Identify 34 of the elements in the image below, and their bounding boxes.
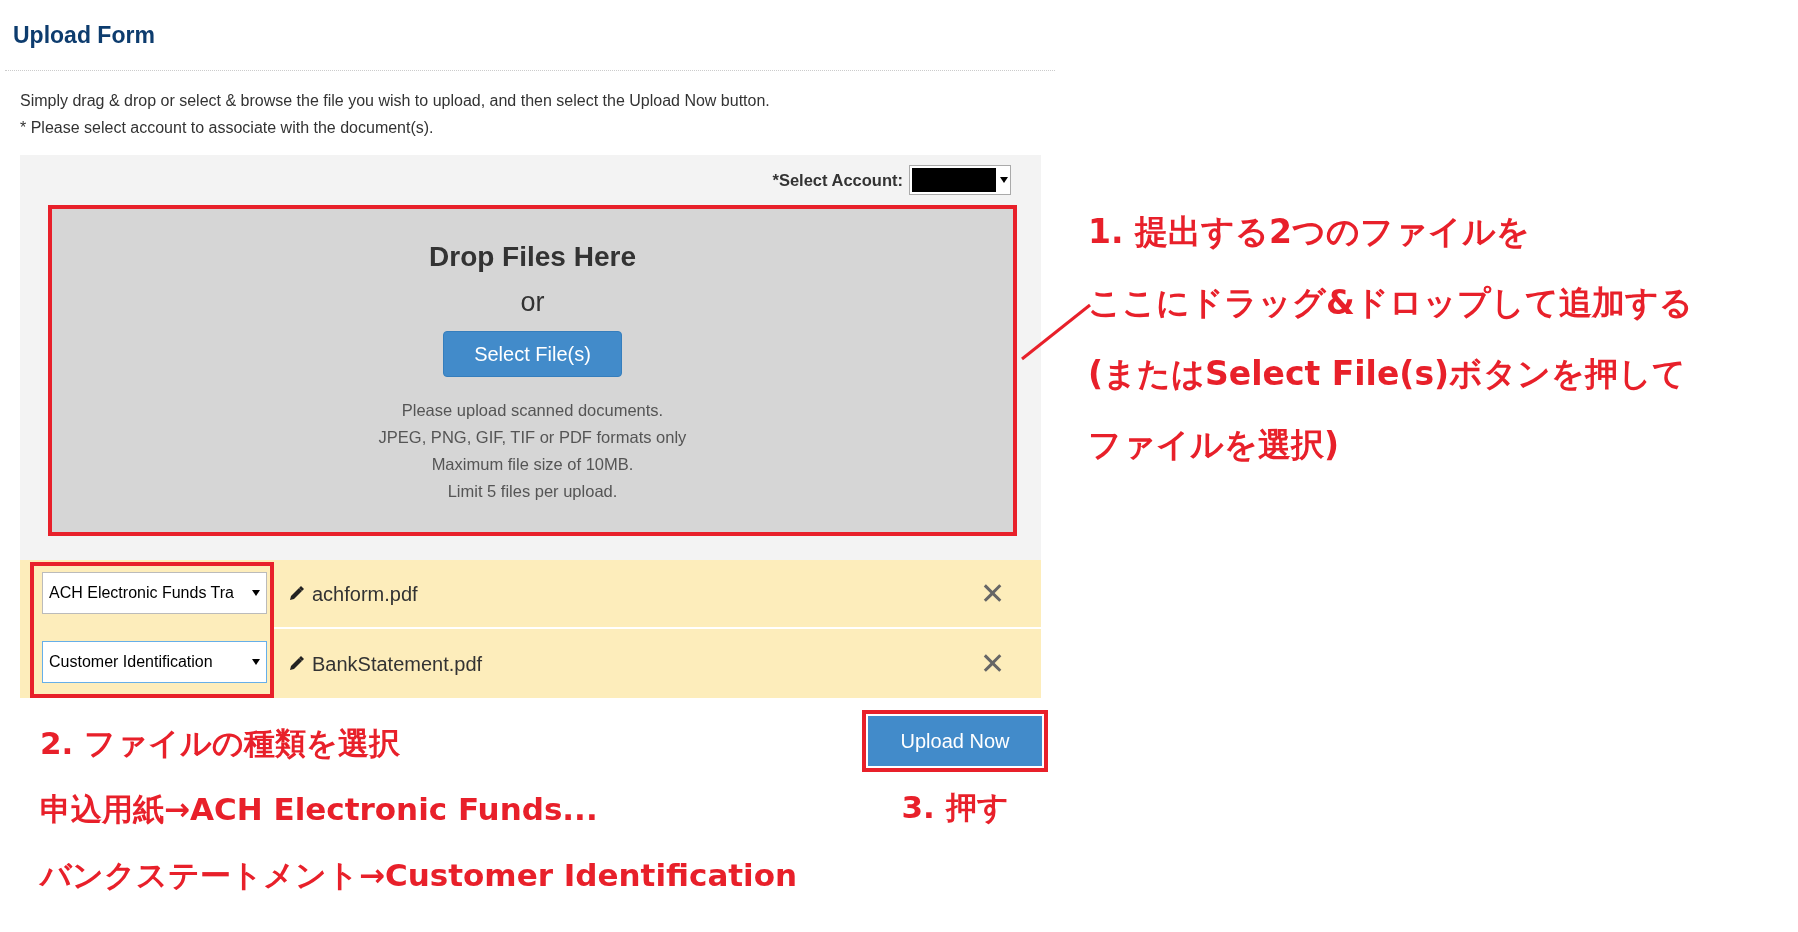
annotation-text: 2. ファイルの種類を選択 — [40, 724, 402, 763]
drop-zone[interactable]: Drop Files Here or Select File(s) Please upload scanned documents. JPEG, PNG, GIF, TIF or PDF formats only Maximum file size of 10MB. Limit 5 files per upload. — [48, 205, 1017, 536]
select-files-button[interactable]: Select File(s) — [443, 330, 622, 377]
step-annotation: 3. 押す — [900, 788, 1010, 827]
or-text: or — [520, 286, 545, 319]
upload-note: Please upload scanned documents. — [400, 399, 665, 421]
upload-note: Maximum file size of 10MB. — [430, 453, 635, 475]
leader-line — [1020, 302, 1092, 362]
file-type-select[interactable]: Customer Identification — [42, 641, 267, 683]
annotation-text: ファイルを選択) — [1088, 424, 1341, 466]
upload-note: JPEG, PNG, GIF, TIF or PDF formats only — [378, 426, 687, 448]
file-type-select[interactable]: ACH Electronic Funds Tra — [42, 572, 267, 614]
annotation-text: (またはSelect File(s)ボタンを押して — [1088, 353, 1688, 395]
caret-icon — [252, 590, 260, 596]
caret-icon — [252, 659, 260, 665]
upload-note: Limit 5 files per upload. — [446, 480, 619, 502]
account-label: *Select Account: — [772, 169, 903, 191]
annotation-text: バンクステートメント→Customer Identification — [40, 856, 798, 895]
annotation-text: 1. 提出する2つのファイルを — [1088, 211, 1531, 253]
upload-now-button[interactable]: Upload Now — [868, 716, 1042, 766]
instruction-text: * Please select account to associate with the document(s). — [20, 118, 435, 138]
remove-button[interactable]: ✕ — [974, 648, 1011, 679]
account-select[interactable] — [909, 165, 1011, 195]
caret-icon — [1000, 177, 1008, 183]
file-name: achform.pdf — [312, 581, 418, 607]
form-title: Upload Form — [12, 21, 156, 50]
instruction-text: Simply drag & drop or select & browse the file you wish to upload, and then select the Upload Now button. — [20, 91, 771, 111]
annotation-text: ここにドラッグ&ドロップして追加する — [1088, 282, 1693, 324]
remove-button[interactable]: ✕ — [974, 578, 1011, 609]
pencil-icon[interactable] — [288, 655, 304, 672]
annotation-text: 申込用紙→ACH Electronic Funds... — [40, 790, 599, 829]
pencil-icon[interactable] — [288, 585, 304, 602]
file-name: BankStatement.pdf — [312, 651, 483, 677]
drop-heading: Drop Files Here — [429, 240, 636, 274]
